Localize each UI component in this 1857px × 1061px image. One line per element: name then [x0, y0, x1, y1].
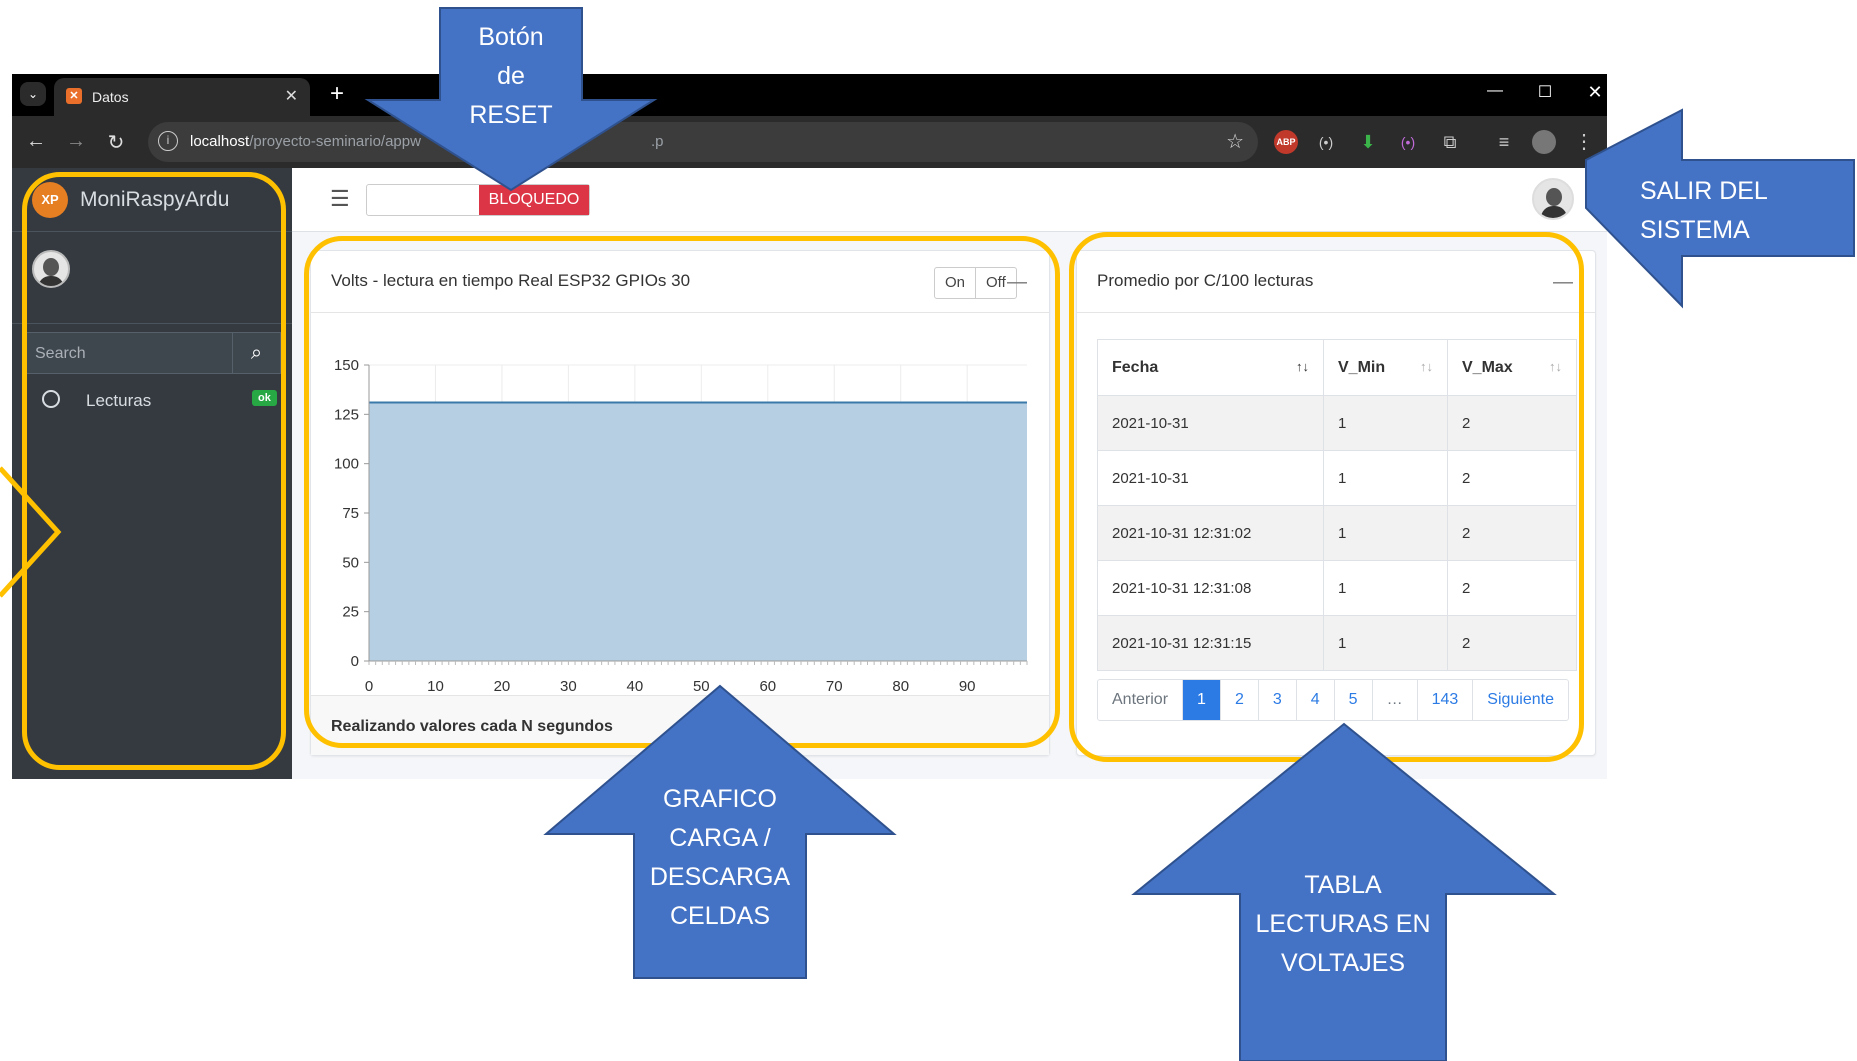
left-arrow-edge — [0, 466, 62, 598]
grafico-annotation: GRAFICO CARGA / DESCARGA CELDAS — [649, 785, 791, 930]
tabla-annotation: TABLA LECTURAS EN VOLTAJES — [1255, 871, 1431, 977]
salir-annotation: SALIR DEL SISTEMA — [1640, 177, 1768, 244]
annotation-layer — [0, 7, 1855, 1061]
reset-annotation: Botón de RESET — [469, 23, 553, 129]
